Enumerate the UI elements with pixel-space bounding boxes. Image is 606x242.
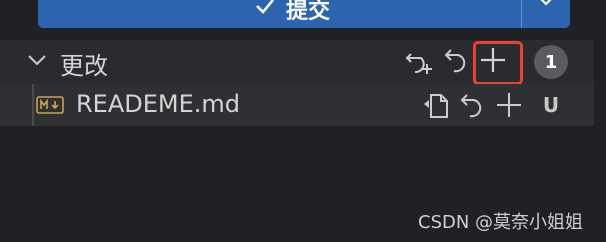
file-actions: U (420, 88, 566, 122)
open-file-icon (424, 94, 448, 118)
changes-section-title: 更改 (60, 52, 108, 80)
commit-more-actions-chevron-down-icon[interactable] (536, 0, 556, 12)
chevron-down-icon[interactable] (26, 52, 48, 72)
commit-divider (521, 0, 522, 28)
watermark: CSDN @莫奈小姐姐 (418, 212, 584, 233)
discard-file-changes-button[interactable] (456, 88, 490, 122)
indent-guide (32, 84, 34, 126)
discard-changes-icon (444, 49, 466, 73)
commit-main[interactable]: 提交 (254, 0, 330, 25)
changes-section-header[interactable]: 更改 1 (0, 40, 594, 85)
check-icon (254, 0, 276, 23)
discard-changes-icon (460, 94, 482, 118)
commit-button-label: 提交 (285, 0, 330, 24)
file-status-badge: U (542, 93, 560, 117)
markdown-file-icon (36, 96, 64, 118)
file-name: READEME.md (76, 90, 241, 118)
discard-changes-button[interactable] (440, 43, 474, 77)
open-file-button[interactable] (420, 88, 454, 122)
stage-changes-icon (497, 93, 521, 117)
list-item[interactable]: READEME.md U (0, 84, 594, 126)
discard-all-changes-button[interactable] (404, 43, 438, 77)
commit-button[interactable]: 提交 (38, 0, 570, 28)
discard-all-icon (405, 53, 432, 74)
stage-file-button[interactable] (492, 88, 526, 122)
changes-count-badge: 1 (534, 45, 568, 79)
stage-all-changes-button[interactable] (473, 41, 523, 85)
changes-header-actions (404, 41, 523, 85)
stage-changes-icon (481, 48, 505, 72)
